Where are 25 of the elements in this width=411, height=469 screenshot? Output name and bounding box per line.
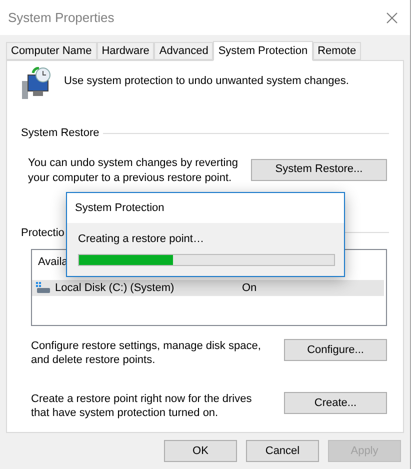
computer-restore-icon (21, 67, 53, 101)
create-text: Create a restore point right now for the drives that have system protection turned on. (31, 392, 253, 420)
dialog-title: System Protection (75, 200, 164, 216)
tab[interactable]: Remote (312, 42, 362, 60)
dialog-button[interactable]: OK (164, 440, 237, 462)
close-icon[interactable] (386, 12, 398, 24)
tab[interactable]: Hardware (96, 42, 154, 60)
intro-text: Use system protection to undo unwanted system changes. (64, 74, 349, 89)
tab[interactable]: Advanced (154, 42, 214, 60)
progress-message: Creating a restore point… (78, 233, 204, 245)
configure-text: Configure restore settings, manage disk space, and delete restore points. (31, 339, 262, 367)
dialog-button[interactable]: Configure... (284, 339, 387, 361)
dialog-button[interactable]: Cancel (246, 440, 319, 462)
tab[interactable]: Computer Name (6, 42, 97, 60)
protection-status: On (242, 280, 257, 296)
drive-icon (36, 282, 50, 294)
window-title: System Properties (8, 8, 114, 27)
section-heading: System Restore (21, 126, 100, 141)
tab[interactable]: System Protection (213, 41, 313, 61)
system-restore-text: You can undo system changes by reverting your computer to a previous restore point. (28, 156, 239, 186)
drive-name: Local Disk (C:) (System) (55, 280, 176, 296)
drive-row[interactable]: Local Disk (C:) (System) On (32, 280, 384, 296)
dialog-button[interactable]: Create... (284, 392, 387, 414)
dialog-button[interactable]: System Restore... (251, 158, 387, 180)
section-heading: Protectio (21, 226, 64, 240)
